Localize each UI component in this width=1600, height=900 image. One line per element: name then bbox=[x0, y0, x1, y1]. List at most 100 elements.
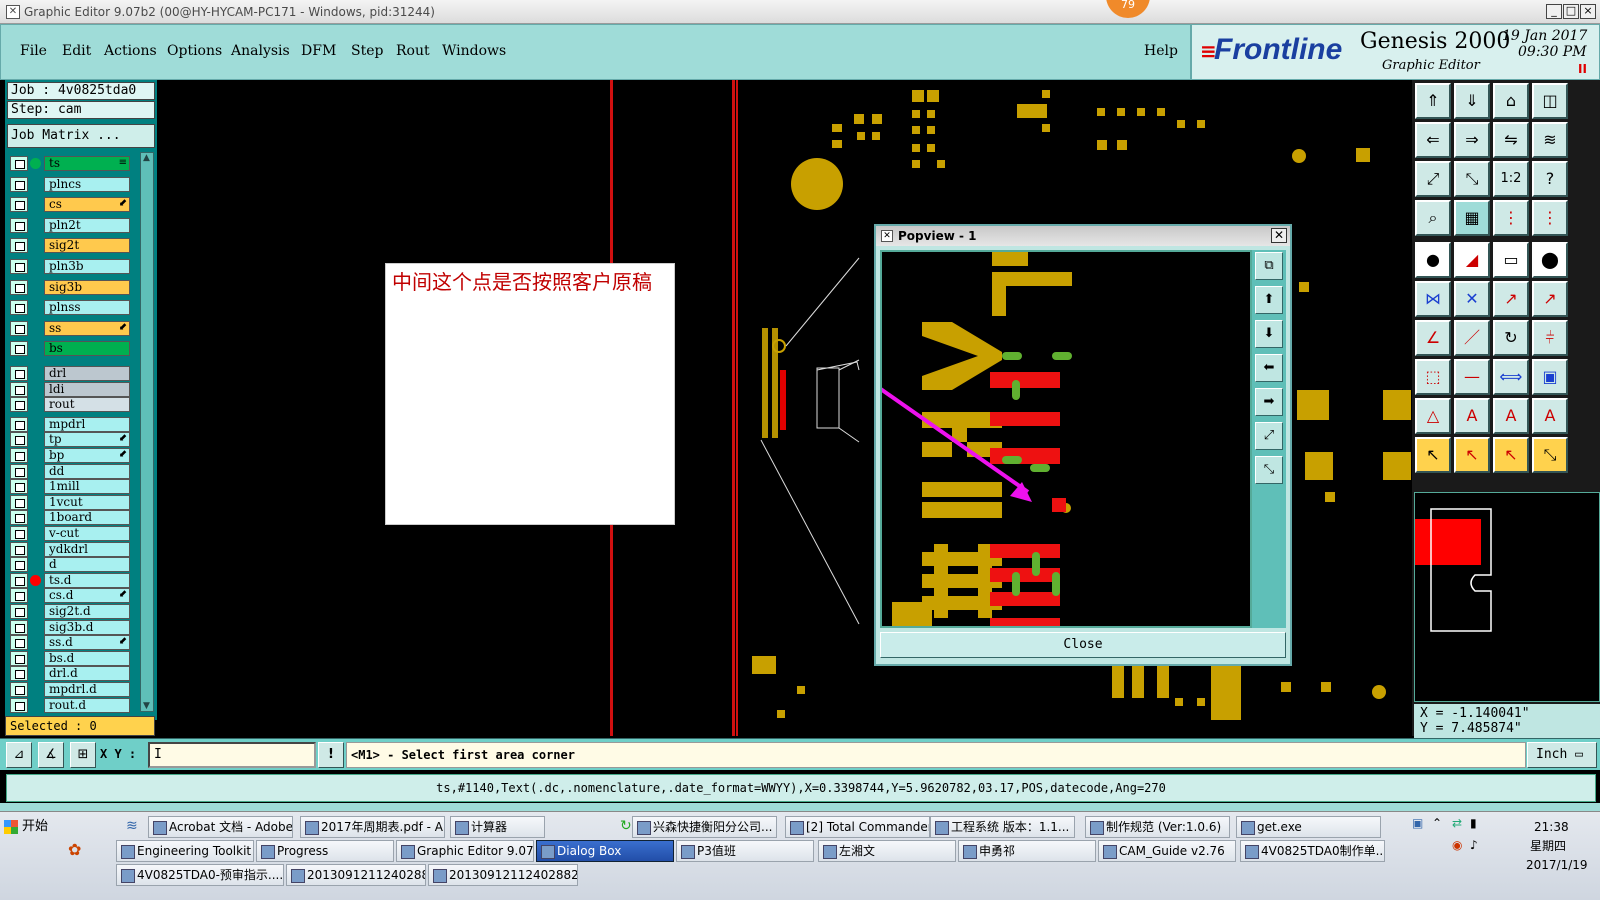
menu-dfm[interactable]: DFM bbox=[301, 43, 336, 59]
layer-name[interactable]: 1board bbox=[44, 510, 130, 526]
layer-row[interactable]: ss ⬋ bbox=[10, 320, 130, 336]
layer-checkbox[interactable] bbox=[10, 238, 28, 254]
notification-badge[interactable]: 79 bbox=[1106, 0, 1150, 18]
xy-input[interactable]: I bbox=[148, 742, 316, 768]
layer-checkbox[interactable] bbox=[10, 650, 28, 666]
taskbar-button[interactable]: 20130912112402882.rtf... bbox=[286, 864, 426, 886]
tool-page-up-icon[interactable]: ⇑ bbox=[1415, 83, 1451, 119]
angle-snap-icon[interactable]: ∡ bbox=[38, 742, 64, 768]
layer-checkbox[interactable] bbox=[10, 432, 28, 448]
layer-name[interactable]: cs ⬋ bbox=[44, 197, 130, 213]
taskbar-button[interactable]: Graphic Editor 9.07... bbox=[396, 840, 534, 862]
layer-name[interactable]: 1vcut bbox=[44, 494, 130, 510]
taskbar-button[interactable]: Dialog Box bbox=[536, 840, 674, 862]
taskbar-button[interactable]: Acrobat 文档 - Adobe ... bbox=[148, 816, 293, 838]
tray-volume-icon[interactable]: ♪ bbox=[1470, 838, 1478, 852]
popview-close-icon[interactable]: ✕ bbox=[1271, 228, 1287, 243]
layer-row[interactable]: pln2t bbox=[10, 217, 130, 233]
tray-app-icon[interactable]: ◉ bbox=[1452, 838, 1462, 852]
tool-text-a-icon[interactable]: A bbox=[1454, 398, 1490, 434]
layer-checkbox[interactable] bbox=[10, 217, 28, 233]
taskbar-button[interactable]: 2017年周期表.pdf - A... bbox=[300, 816, 445, 838]
tool-text-b-icon[interactable]: A bbox=[1493, 398, 1529, 434]
layer-checkbox[interactable] bbox=[10, 588, 28, 604]
close-window-button[interactable]: × bbox=[1580, 4, 1596, 19]
tool-pointer-box-icon[interactable]: ↖ bbox=[1454, 437, 1490, 473]
layer-name[interactable]: bs bbox=[44, 341, 130, 357]
tool-pointer-net-icon[interactable]: ⤡ bbox=[1532, 437, 1568, 473]
menu-edit[interactable]: Edit bbox=[62, 43, 91, 59]
layer-row[interactable]: plncs bbox=[10, 176, 130, 192]
menu-actions[interactable]: Actions bbox=[104, 43, 157, 59]
layer-checkbox[interactable] bbox=[10, 176, 28, 192]
tool-dot-icon[interactable]: ⬤ bbox=[1532, 242, 1568, 278]
overview-map[interactable] bbox=[1414, 492, 1600, 702]
taskbar-button[interactable]: 4V0825TDA0-预审指示.... bbox=[116, 864, 284, 886]
system-clock[interactable]: 21:38 星期四 2017/1/19 bbox=[1508, 818, 1598, 875]
info-icon[interactable]: ! bbox=[318, 742, 344, 768]
layer-row[interactable]: cs.d ⬋ bbox=[10, 588, 130, 604]
layer-name[interactable]: plnss bbox=[44, 300, 130, 316]
layer-checkbox[interactable] bbox=[10, 494, 28, 510]
layer-row[interactable]: ts.d bbox=[10, 572, 130, 588]
snap-icon[interactable]: ⊿ bbox=[6, 742, 32, 768]
quicklaunch-stack-icon[interactable]: ≋ bbox=[126, 818, 138, 834]
layer-name[interactable]: pln2t bbox=[44, 217, 130, 233]
popview-close-button[interactable]: Close bbox=[880, 632, 1286, 658]
unit-selector[interactable]: Inch ▭ bbox=[1527, 742, 1597, 768]
scroll-down-icon[interactable]: ▼ bbox=[143, 701, 150, 711]
tool-connect-icon[interactable]: ⋈ bbox=[1415, 281, 1451, 317]
layer-row[interactable]: 1mill bbox=[10, 479, 130, 495]
layer-name[interactable]: ss ⬋ bbox=[44, 320, 130, 336]
quicklaunch-refresh-icon[interactable]: ↻ bbox=[620, 818, 632, 834]
layer-checkbox[interactable] bbox=[10, 300, 28, 316]
layer-checkbox[interactable] bbox=[10, 341, 28, 357]
tray-chevron-icon[interactable]: ⌃ bbox=[1432, 816, 1442, 830]
maximize-button[interactable]: □ bbox=[1563, 4, 1579, 19]
tool-zoom-out-icon[interactable]: ⤢ bbox=[1415, 161, 1451, 197]
tool-zoom-in-icon[interactable]: ⤡ bbox=[1454, 161, 1490, 197]
popview-tool-window-icon[interactable]: ⧉ bbox=[1255, 252, 1283, 280]
layer-row[interactable]: bs bbox=[10, 341, 130, 357]
layer-row[interactable]: pln3b bbox=[10, 259, 130, 274]
tool-one-to-two-icon[interactable]: 1:2 bbox=[1493, 161, 1529, 197]
taskbar-button[interactable]: get.exe bbox=[1236, 816, 1381, 838]
layer-name[interactable]: sig3b bbox=[44, 279, 130, 295]
pause-icon[interactable]: II bbox=[1578, 62, 1587, 76]
layer-checkbox[interactable] bbox=[10, 279, 28, 295]
tool-group-icon[interactable]: ▣ bbox=[1532, 359, 1568, 395]
taskbar-button[interactable]: 工程系统 版本：1.1... bbox=[930, 816, 1075, 838]
menu-analysis[interactable]: Analysis bbox=[231, 43, 290, 59]
layer-row[interactable]: mpdrl.d bbox=[10, 682, 130, 697]
popview-canvas[interactable] bbox=[880, 250, 1252, 628]
layer-checkbox[interactable] bbox=[10, 557, 28, 573]
layer-checkbox[interactable] bbox=[10, 526, 28, 541]
taskbar-button[interactable]: Engineering Toolkit 9.... bbox=[116, 840, 254, 862]
layer-name[interactable]: mpdrl bbox=[44, 416, 130, 432]
tool-grid-icon[interactable]: ▦ bbox=[1454, 200, 1490, 236]
tray-network-icon[interactable]: ⇄ bbox=[1452, 816, 1462, 830]
layer-row[interactable]: sig3b bbox=[10, 279, 130, 295]
tool-line-icon[interactable]: ◢ bbox=[1454, 242, 1490, 278]
layer-name[interactable]: ts.d bbox=[44, 572, 130, 588]
taskbar-button[interactable]: P3值班 bbox=[676, 840, 814, 862]
layer-row[interactable]: 1vcut bbox=[10, 494, 130, 510]
tool-pointer-select-icon[interactable]: ↖ bbox=[1493, 437, 1529, 473]
scroll-up-icon[interactable]: ▲ bbox=[143, 153, 150, 163]
layer-checkbox[interactable] bbox=[10, 197, 28, 213]
layer-checkbox[interactable] bbox=[10, 572, 28, 588]
tool-cross-icon[interactable]: ✕ bbox=[1454, 281, 1490, 317]
layer-name[interactable]: dd bbox=[44, 463, 130, 479]
layer-row[interactable]: ldi bbox=[10, 381, 130, 397]
layer-name[interactable]: tp ⬋ bbox=[44, 432, 130, 448]
layer-checkbox[interactable] bbox=[10, 479, 28, 495]
tool-fillet-icon[interactable]: ⫩ bbox=[1532, 320, 1568, 356]
menu-options[interactable]: Options bbox=[167, 43, 222, 59]
layer-checkbox[interactable] bbox=[10, 366, 28, 381]
tool-arc-icon[interactable]: ↻ bbox=[1493, 320, 1529, 356]
taskbar-button[interactable]: 制作规范 (Ver:1.0.6) bbox=[1085, 816, 1230, 838]
layer-row[interactable]: plnss bbox=[10, 300, 130, 316]
tool-slash-icon[interactable]: ／ bbox=[1454, 320, 1490, 356]
layer-row[interactable]: drl bbox=[10, 366, 130, 381]
layer-row[interactable]: rout bbox=[10, 397, 130, 413]
